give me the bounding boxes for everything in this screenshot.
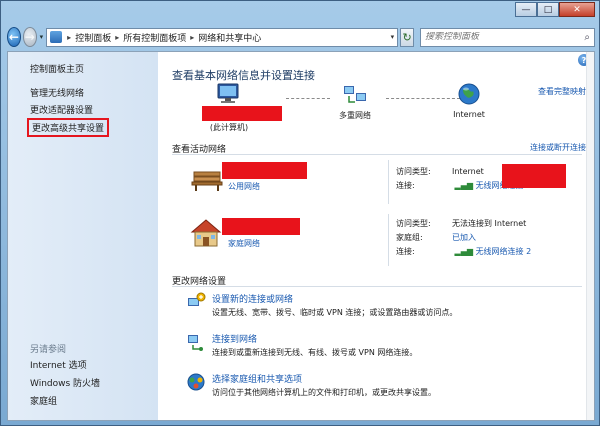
access-type-row: 访问类型: Internet <box>396 167 484 176</box>
task-homegroup-sharing[interactable]: 选择家庭组和共享选项 访问位于其他网络计算机上的文件和打印机，或更改共享设置。 <box>186 372 586 402</box>
connector-line <box>286 98 330 99</box>
full-map-link[interactable]: 查看完整映射 <box>538 86 586 97</box>
task-connect-network[interactable]: 连接到网络 连接到或重新连接到无线、有线、拨号或 VPN 网络连接。 <box>186 332 586 362</box>
house-icon <box>190 219 222 247</box>
internet-node[interactable]: Internet <box>444 82 494 119</box>
sidebar-item-adapter-settings[interactable]: 更改适配器设置 <box>30 103 93 116</box>
control-panel-icon <box>50 31 63 43</box>
network-home: 家庭网络 访问类型: 无法连接到 Internet 家庭组: 已加入 连接: ▂▄▆… <box>172 214 582 272</box>
sidebar: 控制面板主页 管理无线网络 更改适配器设置 更改高级共享设置 另请参阅 Inte… <box>8 52 158 420</box>
breadcrumb-control-panel[interactable]: 控制面板 <box>75 31 111 44</box>
address-dropdown-icon[interactable]: ▾ <box>391 33 395 41</box>
task-title[interactable]: 连接到网络 <box>212 332 257 345</box>
task-description: 设置无线、宽带、拨号、临时或 VPN 连接；或设置路由器或访问点。 <box>212 308 458 317</box>
internet-label: Internet <box>453 110 485 119</box>
computer-icon <box>217 83 239 103</box>
recent-pages-dropdown-icon[interactable]: ▾ <box>40 33 44 41</box>
search-box[interactable]: ⌕ <box>420 27 595 47</box>
divider <box>388 214 389 266</box>
breadcrumb-separator-icon[interactable]: ▸ <box>190 33 194 42</box>
refresh-icon[interactable]: ↻ <box>400 27 414 47</box>
search-input[interactable] <box>425 32 575 42</box>
title-bar[interactable]: — □ ✕ <box>1 1 599 23</box>
multiple-networks-node[interactable]: 多重网络 <box>330 82 380 121</box>
breadcrumb-all-items[interactable]: 所有控制面板项 <box>123 31 186 44</box>
main-panel: ? 查看基本网络信息并设置连接 查看完整映射 (此计算机) 多重网络 Inter… <box>158 52 594 420</box>
task-title[interactable]: 设置新的连接或网络 <box>212 292 293 305</box>
address-bar[interactable]: ▸ 控制面板 ▸ 所有控制面板项 ▸ 网络和共享中心 ▾ <box>46 27 399 47</box>
redaction-network-name <box>222 162 307 179</box>
homegroup-joined-link[interactable]: 已加入 <box>452 233 476 242</box>
scrollbar[interactable] <box>586 52 594 420</box>
network-type-home-link[interactable]: 家庭网络 <box>228 238 260 249</box>
divider <box>172 154 582 155</box>
search-icon[interactable]: ⌕ <box>584 32 590 43</box>
wifi-signal-icon: ▂▄▆ <box>454 181 474 190</box>
window-frame: — □ ✕ ← → ▾ ▸ 控制面板 ▸ 所有控制面板项 ▸ 网络和共享中心 ▾… <box>0 0 600 426</box>
connect-network-icon <box>188 335 203 351</box>
wireless-connection-2-link[interactable]: 无线网络连接 2 <box>476 247 532 256</box>
this-computer-label: (此计算机) <box>209 123 249 132</box>
divider <box>388 160 389 204</box>
globe-icon <box>458 83 480 105</box>
network-type-public-link[interactable]: 公用网络 <box>228 181 260 192</box>
close-icon[interactable]: ✕ <box>559 2 595 17</box>
park-bench-icon <box>191 171 223 191</box>
see-also-internet-options[interactable]: Internet 选项 <box>30 358 87 371</box>
sidebar-item-advanced-sharing[interactable]: 更改高级共享设置 <box>26 118 110 137</box>
redaction-computer-name <box>202 106 282 121</box>
task-description: 访问位于其他网络计算机上的文件和打印机，或更改共享设置。 <box>212 388 436 397</box>
forward-arrow-icon[interactable]: → <box>22 27 37 47</box>
content-area: 控制面板主页 管理无线网络 更改适配器设置 更改高级共享设置 另请参阅 Inte… <box>7 51 595 421</box>
wifi-signal-icon: ▂▄▆ <box>454 247 474 256</box>
homegroup-row: 家庭组: 已加入 <box>396 233 476 242</box>
multiple-networks-label: 多重网络 <box>339 111 371 120</box>
sidebar-home-link[interactable]: 控制面板主页 <box>30 62 84 75</box>
task-setup-connection[interactable]: 设置新的连接或网络 设置无线、宽带、拨号、临时或 VPN 连接；或设置路由器或访… <box>186 292 586 322</box>
network-devices-icon <box>344 86 366 103</box>
network-public: 公用网络 访问类型: Internet 连接: ▂▄▆ 无线网络连接 <box>172 160 582 210</box>
see-also-firewall[interactable]: Windows 防火墙 <box>30 376 100 389</box>
breadcrumb-separator-icon[interactable]: ▸ <box>115 33 119 42</box>
sidebar-item-manage-wireless[interactable]: 管理无线网络 <box>30 86 84 99</box>
maximize-icon[interactable]: □ <box>537 2 559 17</box>
task-description: 连接到或重新连接到无线、有线、拨号或 VPN 网络连接。 <box>212 348 418 357</box>
breadcrumb-network-center[interactable]: 网络和共享中心 <box>198 31 261 44</box>
see-also-heading: 另请参阅 <box>30 345 67 355</box>
connect-disconnect-link[interactable]: 连接或断开连接 <box>530 142 586 153</box>
access-type-row: 访问类型: 无法连接到 Internet <box>396 219 527 228</box>
minimize-icon[interactable]: — <box>515 2 537 17</box>
see-also-homegroup[interactable]: 家庭组 <box>30 394 57 407</box>
back-arrow-icon[interactable]: ← <box>7 27 21 47</box>
page-title: 查看基本网络信息并设置连接 <box>172 69 315 82</box>
new-connection-icon <box>188 292 206 306</box>
divider <box>172 286 582 287</box>
redaction-connection-name <box>502 164 566 188</box>
navigation-bar: ← → ▾ ▸ 控制面板 ▸ 所有控制面板项 ▸ 网络和共享中心 ▾ ↻ ⌕ <box>7 25 595 49</box>
connection-row: 连接: ▂▄▆ 无线网络连接 2 <box>396 247 532 256</box>
breadcrumb-separator-icon[interactable]: ▸ <box>67 33 71 42</box>
task-title[interactable]: 选择家庭组和共享选项 <box>212 372 302 385</box>
window-controls: — □ ✕ <box>515 2 595 17</box>
homegroup-sharing-icon <box>187 373 205 391</box>
redaction-network-name <box>222 218 300 235</box>
